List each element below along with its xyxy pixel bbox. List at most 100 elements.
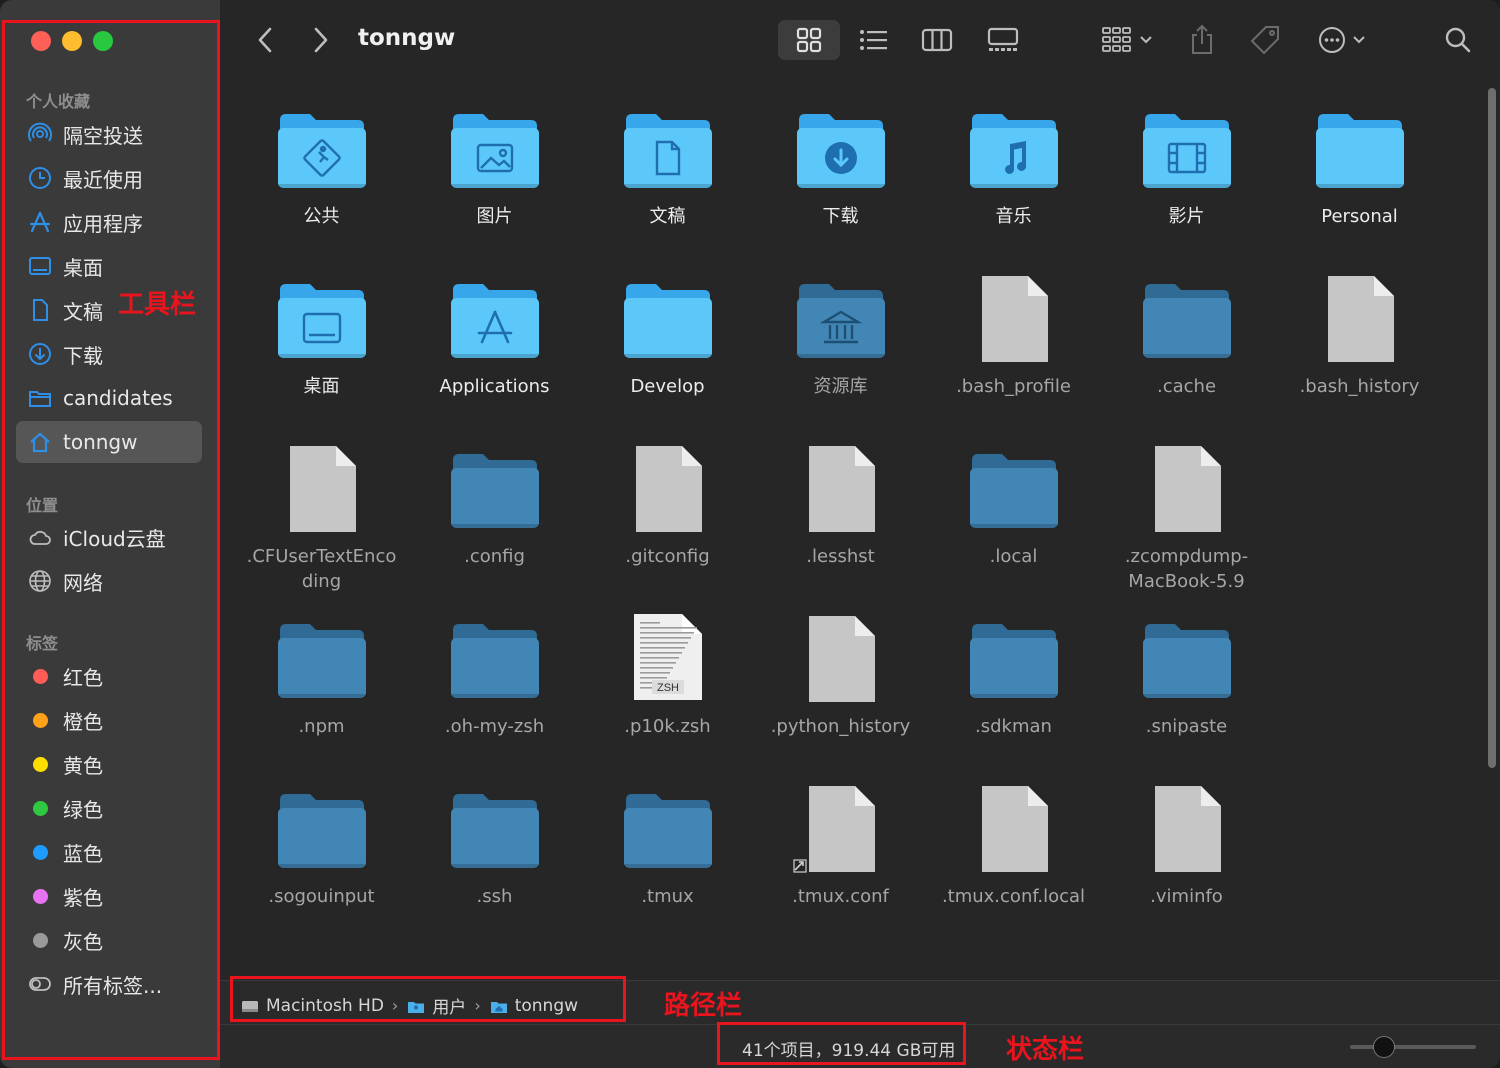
file-item[interactable]: .local <box>927 440 1100 610</box>
file-item[interactable]: .oh-my-zsh <box>408 610 581 780</box>
document-icon <box>791 950 891 980</box>
file-icon <box>1310 780 1410 878</box>
file-name: .tmux.conf <box>792 886 889 907</box>
column-view-button[interactable] <box>912 20 962 60</box>
document-icon <box>1137 440 1237 538</box>
file-item[interactable] <box>1100 950 1273 980</box>
gallery-view-button[interactable] <box>978 20 1028 60</box>
file-item[interactable]: 音乐 <box>927 100 1100 270</box>
file-item[interactable]: 下载 <box>754 100 927 270</box>
file-name: .config <box>464 546 525 567</box>
file-item[interactable]: 桌面 <box>235 270 408 440</box>
file-name: 下载 <box>822 206 859 227</box>
file-item[interactable]: .python_history <box>754 610 927 780</box>
folder-icon <box>964 440 1064 538</box>
document-icon <box>618 950 718 980</box>
file-item[interactable]: .viminfo <box>1100 780 1273 950</box>
grid-spacer <box>1273 610 1446 780</box>
folder-icon <box>623 284 712 358</box>
file-item[interactable]: 公共 <box>235 100 408 270</box>
folder-icon <box>450 114 539 188</box>
file-item[interactable]: 资源库 <box>754 270 927 440</box>
file-item[interactable]: ZSH .p10k.zsh <box>581 610 754 780</box>
file-item[interactable]: Personal <box>1273 100 1446 270</box>
folder-icon <box>1137 100 1237 198</box>
file-name: 桌面 <box>303 376 340 397</box>
file-item[interactable]: .tmux.conf.local <box>927 780 1100 950</box>
gallery-view-icon <box>987 27 1019 51</box>
file-item[interactable]: .sogouinput <box>235 780 408 950</box>
document-icon <box>808 446 875 532</box>
file-item[interactable]: .config <box>408 440 581 610</box>
more-actions-button[interactable] <box>1314 20 1370 60</box>
file-item[interactable]: .tmux <box>581 780 754 950</box>
file-name: Develop <box>630 376 705 397</box>
pathbar-annotation-box <box>230 976 626 1022</box>
forward-button[interactable] <box>306 20 336 60</box>
file-item[interactable]: Develop <box>581 270 754 440</box>
file-name: .python_history <box>770 716 911 737</box>
tag-button[interactable] <box>1246 20 1286 60</box>
file-name: Personal <box>1321 206 1398 227</box>
file-item[interactable]: .ssh <box>408 780 581 950</box>
folder-icon <box>450 794 539 868</box>
file-item[interactable]: 文稿 <box>581 100 754 270</box>
folder-icon <box>796 114 885 188</box>
file-item[interactable]: .CFUserTextEnco ding <box>235 440 408 610</box>
file-item[interactable]: .gitconfig <box>581 440 754 610</box>
document-icon <box>791 610 891 708</box>
back-chevron-icon <box>258 27 272 53</box>
vertical-scrollbar[interactable] <box>1488 88 1496 768</box>
file-item[interactable]: .bash_history <box>1273 270 1446 440</box>
icon-size-slider[interactable] <box>1350 1045 1476 1049</box>
file-name: 音乐 <box>995 206 1032 227</box>
statusbar-annotation-label: 状态栏 <box>1006 1035 1085 1065</box>
folder-icon <box>1142 284 1231 358</box>
folder-icon <box>618 100 718 198</box>
file-item[interactable]: .cache <box>1100 270 1273 440</box>
file-name: .oh-my-zsh <box>444 716 545 737</box>
document-icon <box>1137 950 1237 980</box>
icon-view-button[interactable] <box>778 20 840 60</box>
file-item[interactable]: .npm <box>235 610 408 780</box>
file-item[interactable] <box>754 950 927 980</box>
folder-icon <box>450 284 539 358</box>
file-item[interactable]: 影片 <box>1100 100 1273 270</box>
share-button[interactable] <box>1184 20 1220 60</box>
file-item[interactable] <box>927 950 1100 980</box>
group-icon <box>1102 27 1131 52</box>
folder-icon <box>445 100 545 198</box>
file-item[interactable]: .snipaste <box>1100 610 1273 780</box>
file-item[interactable]: .bash_profile <box>927 270 1100 440</box>
folder-icon <box>618 270 718 368</box>
folder-icon <box>1142 114 1231 188</box>
folder-icon <box>791 100 891 198</box>
search-button[interactable] <box>1440 20 1476 60</box>
group-button[interactable] <box>1096 20 1158 60</box>
statusbar-annotation-box <box>717 1022 966 1065</box>
folder-icon <box>964 610 1064 708</box>
file-item[interactable]: .sdkman <box>927 610 1100 780</box>
folder-icon <box>618 780 718 878</box>
grid-spacer <box>1273 950 1446 980</box>
folder-icon <box>796 284 885 358</box>
document-icon <box>808 616 875 702</box>
window-title: tonngw <box>358 25 456 51</box>
file-item[interactable]: .zcompdump- MacBook-5.9 <box>1100 440 1273 610</box>
tag-icon <box>1250 26 1279 55</box>
icon-size-slider-knob[interactable] <box>1373 1036 1395 1058</box>
folder-icon <box>964 100 1064 198</box>
alias-document-icon <box>792 786 875 873</box>
file-name: .gitconfig <box>625 546 710 567</box>
document-icon <box>272 440 372 538</box>
folder-icon <box>969 114 1058 188</box>
svg-text:ZSH: ZSH <box>657 682 679 694</box>
file-item[interactable]: 图片 <box>408 100 581 270</box>
folder-icon <box>450 454 539 528</box>
list-view-button[interactable] <box>850 20 898 60</box>
file-item[interactable]: .lesshst <box>754 440 927 610</box>
file-item[interactable]: Applications <box>408 270 581 440</box>
folder-icon <box>450 624 539 698</box>
back-button[interactable] <box>250 20 280 60</box>
file-item[interactable]: .tmux.conf <box>754 780 927 950</box>
